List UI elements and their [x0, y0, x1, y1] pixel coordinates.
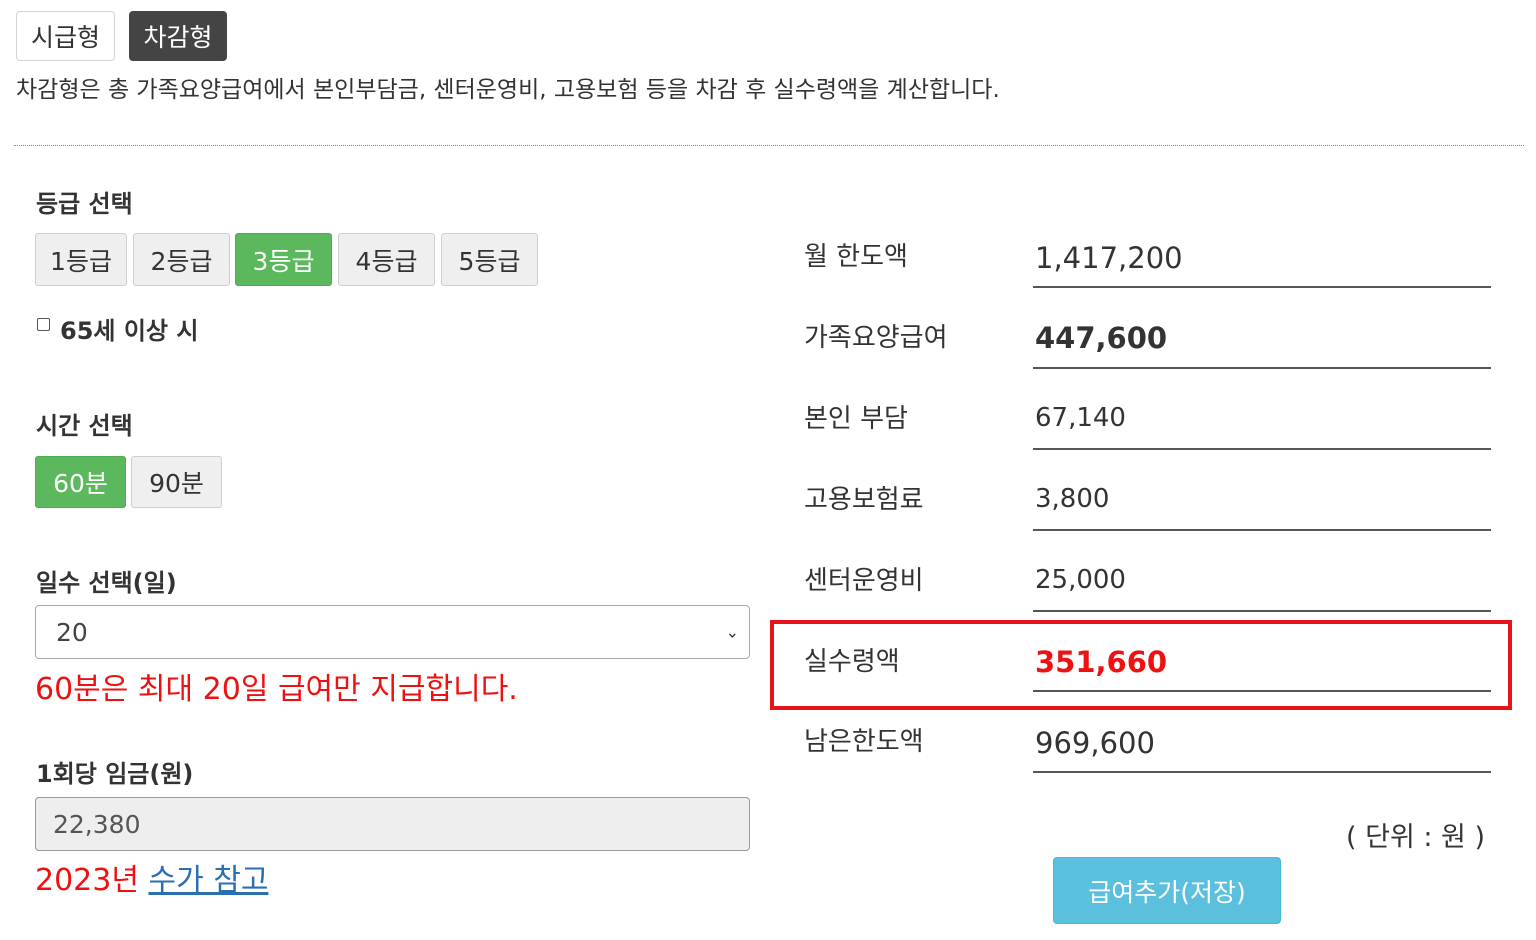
section-divider [14, 145, 1524, 146]
grade-4-button[interactable]: 4등급 [338, 233, 435, 286]
result-underline [1033, 367, 1491, 369]
age-65-checkbox[interactable] [37, 318, 50, 331]
result-underline [1033, 448, 1491, 450]
result-value-family-care: 447,600 [1035, 321, 1168, 355]
result-underline [1033, 771, 1491, 773]
result-label-remaining-limit: 남은한도액 [804, 727, 924, 757]
result-value-self-pay: 67,140 [1035, 403, 1126, 433]
result-label-family-care: 가족요양급여 [804, 323, 948, 353]
result-label-monthly-limit: 월 한도액 [804, 242, 908, 272]
save-salary-button[interactable]: 급여추가(저장) [1053, 857, 1281, 924]
wage-input[interactable]: 22,380 [35, 797, 750, 851]
grade-2-button[interactable]: 2등급 [133, 233, 230, 286]
days-select-value: 20 [56, 617, 88, 647]
mode-description: 차감형은 총 가족요양급여에서 본인부담금, 센터운영비, 고용보험 등을 차감… [16, 77, 1000, 103]
result-label-self-pay: 본인 부담 [804, 404, 908, 434]
time-90-button[interactable]: 90분 [131, 456, 222, 508]
days-limit-note: 60분은 최대 20일 급여만 지급합니다. [35, 672, 518, 707]
tab-deduction[interactable]: 차감형 [129, 11, 227, 61]
grade-5-button[interactable]: 5등급 [441, 233, 538, 286]
wage-title: 1회당 임금(원) [36, 760, 194, 788]
result-label-employment-insurance: 고용보험료 [804, 485, 924, 515]
result-value-center-fee: 25,000 [1035, 565, 1126, 595]
days-select[interactable]: 20 ⌄ [35, 605, 750, 659]
fee-reference-link[interactable]: 수가 참고 [149, 863, 269, 898]
days-title: 일수 선택(일) [36, 569, 177, 597]
tab-hourly[interactable]: 시급형 [16, 11, 115, 61]
result-label-center-fee: 센터운영비 [804, 566, 924, 596]
result-value-remaining-limit: 969,600 [1035, 726, 1155, 760]
grade-title: 등급 선택 [36, 190, 133, 218]
time-60-button[interactable]: 60분 [35, 456, 126, 508]
result-underline [1033, 529, 1491, 531]
result-value-monthly-limit: 1,417,200 [1035, 241, 1183, 275]
grade-1-button[interactable]: 1등급 [35, 233, 127, 286]
grade-3-button[interactable]: 3등급 [235, 233, 332, 286]
result-underline [1033, 610, 1491, 612]
wage-year: 2023년 [35, 863, 139, 898]
age-65-label[interactable]: 65세 이상 시 [60, 311, 198, 346]
chevron-down-icon: ⌄ [725, 622, 739, 642]
result-underline [1033, 286, 1491, 288]
wage-year-note: 2023년 수가 참고 [35, 855, 268, 899]
result-value-employment-insurance: 3,800 [1035, 484, 1110, 514]
wage-value: 22,380 [53, 809, 141, 839]
net-pay-highlight-box [770, 620, 1512, 710]
time-title: 시간 선택 [36, 412, 133, 440]
unit-label: ( 단위 : 원 ) [1346, 822, 1486, 853]
